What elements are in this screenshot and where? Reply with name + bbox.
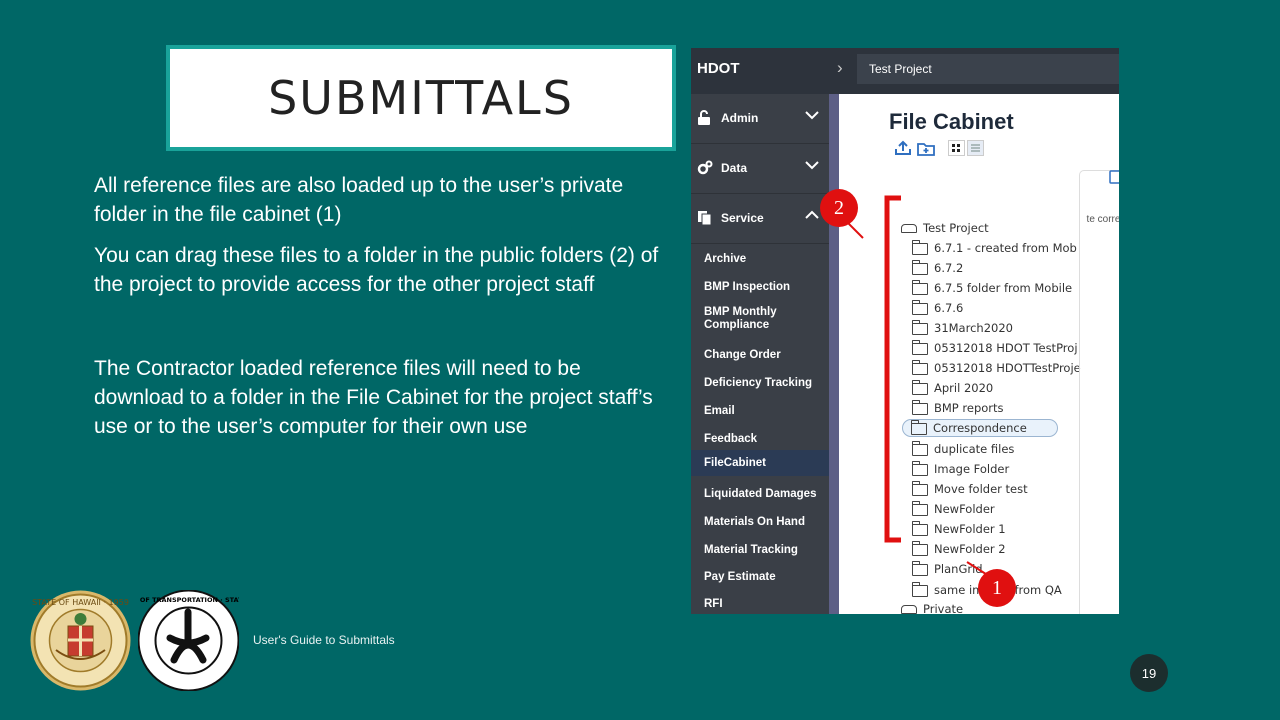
folder-label: 6.7.5 folder from Mobile: [934, 281, 1073, 295]
menu-item-bmp-inspection[interactable]: BMP Inspection: [691, 278, 829, 298]
copy-icon: [697, 210, 713, 226]
menu-item-bmp-monthly-compliance[interactable]: BMP Monthly Compliance: [691, 305, 829, 333]
app-brand: HDOT: [697, 60, 740, 77]
sidebar: Admin Data Service Archive BMP Inspectio…: [691, 94, 829, 614]
menu-item-rfi[interactable]: RFI: [691, 595, 829, 614]
menu-item-liquidated-damages[interactable]: Liquidated Damages: [691, 485, 829, 505]
app-topbar: HDOT › Test Project: [691, 48, 1119, 94]
sidebar-section-label: Service: [721, 211, 764, 225]
bracket-annotation: [884, 195, 901, 543]
chevron-right-icon[interactable]: ›: [837, 58, 843, 78]
lock-icon: [697, 110, 713, 126]
sidebar-section-label: Data: [721, 161, 748, 175]
department-of-transportation-seal: DEPARTMENT OF TRANSPORTATION · STATE OF …: [89, 589, 288, 692]
paragraph-contractor-files: The Contractor loaded reference files wi…: [94, 357, 653, 438]
menu-item-pay-estimate[interactable]: Pay Estimate: [691, 568, 829, 588]
footer-text: User's Guide to Submittals: [253, 633, 395, 647]
dot-seal-text: DEPARTMENT OF TRANSPORTATION · STATE OF …: [138, 596, 239, 604]
sidebar-section-data[interactable]: Data: [691, 144, 829, 194]
menu-item-deficiency-tracking[interactable]: Deficiency Tracking: [691, 374, 829, 394]
state-of-hawaii-seal: STATE OF HAWAII · 1959: [30, 590, 131, 691]
menu-item-materials-on-hand[interactable]: Materials On Hand: [691, 513, 829, 533]
state-seal-text: STATE OF HAWAII · 1959: [32, 598, 129, 607]
file-cabinet-title: File Cabinet: [889, 109, 1014, 134]
gears-icon: [697, 160, 713, 176]
folder-label: 6.7.1 - created from Mob: [934, 241, 1077, 255]
slide-title: SUBMITTALS: [268, 71, 574, 125]
callout-badge-2: 2: [820, 189, 858, 227]
slide-title-box: SUBMITTALS: [166, 45, 676, 151]
folder-label: 05312018 HDOT TestProj: [934, 341, 1078, 355]
sidebar-edge: [829, 94, 839, 614]
app-screenshot: HDOT › Test Project Admin Data Service A…: [691, 48, 1119, 614]
callout-badge-1: 1: [978, 569, 1016, 607]
sidebar-section-service[interactable]: Service: [691, 194, 829, 244]
menu-item-archive[interactable]: Archive: [691, 250, 829, 270]
grid-view-icon[interactable]: [948, 140, 965, 161]
menu-item-feedback[interactable]: Feedback: [691, 430, 829, 450]
new-folder-icon[interactable]: [917, 141, 935, 161]
paragraph-drag-files: You can drag these files to a folder in …: [94, 244, 659, 296]
page-number: 19: [1130, 654, 1168, 692]
chevron-up-icon[interactable]: [805, 209, 819, 223]
file-thumbnail-label: te corres: [1086, 214, 1119, 225]
chevron-down-icon[interactable]: [805, 159, 819, 173]
menu-item-material-tracking[interactable]: Material Tracking: [691, 541, 829, 561]
upload-icon[interactable]: [894, 140, 912, 161]
folder-label: 05312018 HDOTTestProje: [934, 361, 1081, 375]
preview-pane: [1079, 170, 1119, 614]
menu-item-filecabinet[interactable]: FileCabinet: [691, 450, 829, 476]
menu-item-change-order[interactable]: Change Order: [691, 346, 829, 366]
list-view-icon[interactable]: [967, 140, 984, 161]
sidebar-section-label: Admin: [721, 111, 759, 125]
file-thumbnail-icon[interactable]: [1109, 170, 1119, 189]
menu-item-email[interactable]: Email: [691, 402, 829, 422]
project-selector[interactable]: Test Project: [857, 54, 1119, 84]
chevron-down-icon[interactable]: [805, 109, 819, 123]
sidebar-section-admin[interactable]: Admin: [691, 94, 829, 144]
paragraph-private-folder: All reference files are also loaded up t…: [94, 174, 624, 226]
